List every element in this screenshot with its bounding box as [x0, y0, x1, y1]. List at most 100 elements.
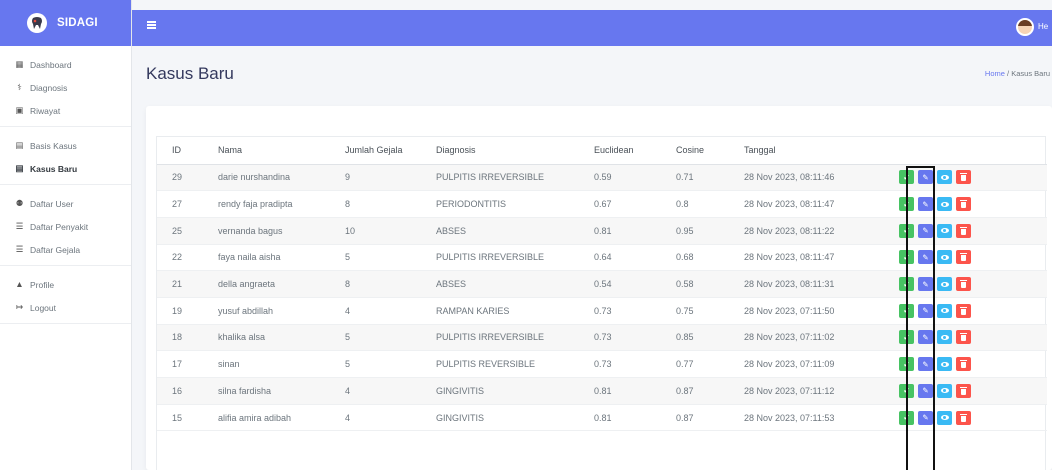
action-buttons: ✔ ✎: [899, 197, 1047, 212]
check-icon: ✔: [903, 386, 910, 396]
cell-euclidean: 0.73: [579, 350, 661, 378]
sidebar-group: ▲ Profile ↦ Logout: [0, 266, 131, 324]
sidebar-item-dashboard[interactable]: ▦ Dashboard: [0, 53, 131, 76]
stethoscope-icon: ⚕: [17, 82, 22, 92]
approve-button[interactable]: ✔: [899, 357, 914, 372]
delete-button[interactable]: [956, 250, 971, 265]
trash-icon: [960, 333, 967, 342]
view-button[interactable]: [937, 170, 952, 185]
edit-button[interactable]: ✎: [918, 383, 933, 398]
approve-button[interactable]: ✔: [899, 170, 914, 185]
eye-icon: [940, 388, 949, 394]
edit-button[interactable]: ✎: [918, 330, 933, 345]
breadcrumb-home-link[interactable]: Home: [985, 69, 1005, 78]
table-row: 21 della angraeta 8 ABSES 0.54 0.58 28 Nov 202…: [157, 270, 1047, 298]
delete-button[interactable]: [956, 303, 971, 318]
sidebar-item-riwayat[interactable]: ▣ Riwayat: [0, 99, 131, 122]
cell-id: 16: [157, 377, 203, 405]
approve-button[interactable]: ✔: [899, 303, 914, 318]
sidebar-item-daftar-penyakit[interactable]: ☰ Daftar Penyakit: [0, 215, 131, 238]
action-buttons: ✔ ✎: [899, 410, 1047, 425]
cell-euclidean: 0.81: [579, 404, 661, 432]
approve-button[interactable]: ✔: [899, 223, 914, 238]
user-name[interactable]: He: [1038, 22, 1048, 31]
approve-button[interactable]: ✔: [899, 197, 914, 212]
brand[interactable]: SIDAGI: [0, 0, 131, 46]
view-button[interactable]: [937, 303, 952, 318]
approve-button[interactable]: ✔: [899, 250, 914, 265]
trash-icon: [960, 280, 967, 289]
sidebar-item-logout[interactable]: ↦ Logout: [0, 296, 131, 319]
sidebar-item-kasus-baru[interactable]: ▤ Kasus Baru: [0, 157, 131, 180]
view-button[interactable]: [937, 223, 952, 238]
delete-button[interactable]: [956, 277, 971, 292]
cell-id: 27: [157, 190, 203, 218]
cell-euclidean: 0.81: [579, 217, 661, 245]
edit-button[interactable]: ✎: [918, 223, 933, 238]
delete-button[interactable]: [956, 170, 971, 185]
row-actions: ✔ ✎: [884, 217, 1047, 245]
check-icon: ✔: [903, 359, 910, 369]
edit-button[interactable]: ✎: [918, 170, 933, 185]
sidebar-group: ▤ Basis Kasus ▤ Kasus Baru: [0, 127, 131, 185]
delete-button[interactable]: [956, 330, 971, 345]
cell-tanggal: 28 Nov 2023, 07:11:53: [729, 404, 884, 432]
approve-button[interactable]: ✔: [899, 277, 914, 292]
delete-button[interactable]: [956, 197, 971, 212]
column-header-actions: [884, 137, 1047, 165]
edit-icon: ✎: [922, 279, 929, 289]
sidebar-item-label: Logout: [30, 302, 56, 313]
row-actions: ✔ ✎: [884, 297, 1047, 325]
delete-button[interactable]: [956, 410, 971, 425]
sidebar-item-daftar-user[interactable]: ⚉ Daftar User: [0, 192, 131, 215]
delete-button[interactable]: [956, 383, 971, 398]
logout-icon: ↦: [15, 302, 24, 312]
approve-button[interactable]: ✔: [899, 330, 914, 345]
row-actions: ✔ ✎: [884, 377, 1047, 405]
edit-button[interactable]: ✎: [918, 410, 933, 425]
sidebar-item-basis-kasus[interactable]: ▤ Basis Kasus: [0, 134, 131, 157]
cell-cosine: 0.68: [661, 244, 729, 272]
column-header-id: ID: [157, 137, 203, 165]
edit-button[interactable]: ✎: [918, 250, 933, 265]
approve-button[interactable]: ✔: [899, 410, 914, 425]
view-button[interactable]: [937, 197, 952, 212]
sidebar-item-label: Kasus Baru: [30, 163, 78, 174]
tooth-logo-icon: [27, 13, 47, 33]
delete-button[interactable]: [956, 357, 971, 372]
view-button[interactable]: [937, 383, 952, 398]
trash-icon: [960, 386, 967, 395]
edit-button[interactable]: ✎: [918, 303, 933, 318]
sidebar-item-daftar-gejala[interactable]: ☰ Daftar Gejala: [0, 238, 131, 261]
sidebar-item-diagnosis[interactable]: ⚕ Diagnosis: [0, 76, 131, 99]
check-icon: ✔: [903, 252, 910, 262]
view-button[interactable]: [937, 410, 952, 425]
column-header-jumlah-gejala: Jumlah Gejala: [330, 137, 421, 165]
row-actions: ✔ ✎: [884, 324, 1047, 352]
cell-euclidean: 0.59: [579, 164, 661, 192]
cell-jumlah-gejala: 9: [330, 164, 421, 192]
table-row: 22 faya naila aisha 5 PULPITIS IRREVERSIBLE…: [157, 244, 1047, 272]
cell-jumlah-gejala: 8: [330, 270, 421, 298]
trash-icon: [960, 306, 967, 315]
cell-id: 18: [157, 324, 203, 352]
approve-button[interactable]: ✔: [899, 383, 914, 398]
column-header-diagnosis: Diagnosis: [421, 137, 579, 165]
menu-toggle-icon[interactable]: [147, 21, 156, 29]
view-button[interactable]: [937, 357, 952, 372]
sidebar-item-profile[interactable]: ▲ Profile: [0, 273, 131, 296]
edit-button[interactable]: ✎: [918, 277, 933, 292]
eye-icon: [940, 308, 949, 314]
view-button[interactable]: [937, 330, 952, 345]
cell-euclidean: 0.64: [579, 244, 661, 272]
user-avatar[interactable]: [1016, 18, 1034, 36]
delete-button[interactable]: [956, 223, 971, 238]
edit-button[interactable]: ✎: [918, 197, 933, 212]
action-buttons: ✔ ✎: [899, 357, 1047, 372]
view-button[interactable]: [937, 277, 952, 292]
view-button[interactable]: [937, 250, 952, 265]
sidebar-nav: ▦ Dashboard ⚕ Diagnosis ▣ Riwayat ▤ Basis Kasus…: [0, 46, 131, 324]
edit-button[interactable]: ✎: [918, 357, 933, 372]
cell-jumlah-gejala: 8: [330, 190, 421, 218]
edit-icon: ✎: [922, 172, 929, 182]
